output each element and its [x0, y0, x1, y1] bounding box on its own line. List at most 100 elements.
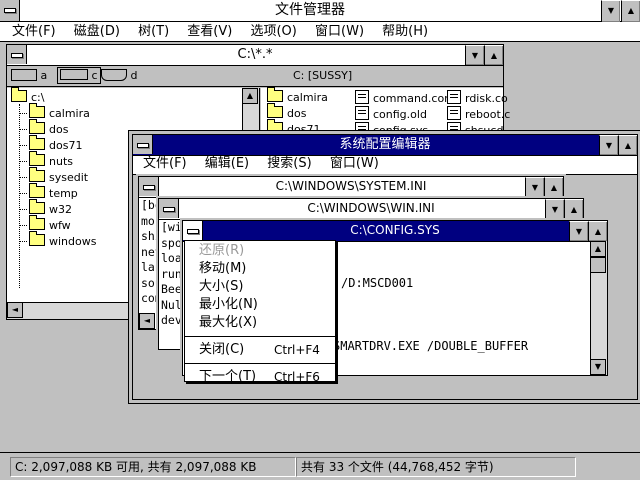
file-item[interactable]: calmira: [267, 87, 328, 106]
sysedit-menu-file[interactable]: 文件(F): [143, 156, 187, 171]
config-scroll-thumb[interactable]: [590, 257, 606, 273]
config-sys-maximize-icon[interactable]: ▲: [588, 221, 607, 241]
config-sys-scrollbar[interactable]: ▲ ▼: [590, 241, 607, 375]
folder-icon: [29, 183, 45, 198]
win-ini-system-menu-icon[interactable]: [159, 199, 179, 218]
file-item-label: config.old: [373, 108, 427, 121]
sysedit-minimize-icon[interactable]: ▼: [599, 135, 618, 155]
status-free-space: C: 2,097,088 KB 可用, 共有 2,097,088 KB: [10, 457, 296, 477]
directory-window-title: C:\*.*: [237, 47, 273, 62]
file-item[interactable]: rdisk.co: [447, 90, 510, 106]
sysedit-menu-window[interactable]: 窗口(W): [330, 156, 379, 171]
tree-branch: [19, 161, 27, 162]
win-ini-text[interactable]: [wi spo loa run Bee Nul dev: [161, 220, 182, 329]
win-ini-maximize-icon[interactable]: ▲: [564, 199, 583, 219]
config-scroll-up-icon[interactable]: ▲: [590, 241, 606, 257]
file-item[interactable]: dos: [267, 103, 328, 122]
text-line: Nul: [161, 297, 182, 312]
hard-drive-icon: [60, 69, 88, 80]
menu-close[interactable]: 关闭(C) Ctrl+F4: [185, 341, 335, 359]
menu-minimize[interactable]: 最小化(N): [185, 296, 335, 314]
tree-item-label: dos71: [49, 139, 83, 152]
file-item[interactable]: reboot.c: [447, 106, 510, 122]
file-item[interactable]: config.old: [355, 106, 455, 122]
sysedit-titlebar[interactable]: 系统配置编辑器 ▼ ▲: [133, 135, 637, 156]
text-line: [wi: [161, 220, 182, 234]
menu-file[interactable]: 文件(F): [12, 24, 56, 39]
menu-disk[interactable]: 磁盘(D): [74, 24, 120, 39]
file-icon: [447, 90, 461, 104]
dir-maximize-icon[interactable]: ▲: [484, 45, 503, 65]
system-ini-maximize-icon[interactable]: ▲: [544, 177, 563, 197]
tree-root[interactable]: c:\: [11, 87, 45, 104]
text-line: dev: [161, 313, 182, 327]
dir-system-menu-icon[interactable]: [7, 45, 27, 64]
text-line: Bee: [161, 282, 182, 296]
sysedit-menu-edit[interactable]: 编辑(E): [205, 156, 249, 171]
config-sys-system-menu-icon[interactable]: [183, 221, 203, 240]
system-ini-scroll-left-icon[interactable]: ◄: [139, 313, 155, 329]
drive-d[interactable]: d: [101, 69, 137, 82]
minimize-icon[interactable]: ▼: [601, 0, 620, 22]
win-ini-titlebar[interactable]: C:\WINDOWS\WIN.INI ▼ ▲: [159, 199, 583, 220]
tree-branch: [19, 177, 27, 178]
menu-help[interactable]: 帮助(H): [382, 24, 428, 39]
tree-item-label: sysedit: [49, 171, 89, 184]
tree-branch: [19, 225, 27, 226]
config-sys-line-1[interactable]: /D:MSCD001: [341, 276, 413, 290]
sysedit-menubar: 文件(F) 编辑(E) 搜索(S) 窗口(W): [133, 155, 637, 175]
tree-branch: [19, 241, 27, 242]
config-scroll-down-icon[interactable]: ▼: [590, 359, 606, 375]
folder-icon: [29, 151, 45, 166]
config-sys-line-2[interactable]: SMARTDRV.EXE /DOUBLE_BUFFER: [333, 339, 528, 353]
tree-branch: [19, 129, 27, 130]
tree-item-label: nuts: [49, 155, 73, 168]
sysedit-menu-search[interactable]: 搜索(S): [267, 156, 311, 171]
sysedit-maximize-icon[interactable]: ▲: [618, 135, 637, 155]
tree-item[interactable]: sysedit: [19, 167, 96, 186]
tree-item[interactable]: nuts: [19, 151, 96, 170]
directory-window-titlebar[interactable]: C:\*.* ▼ ▲: [7, 45, 503, 66]
menu-maximize[interactable]: 最大化(X): [185, 314, 335, 332]
menu-view[interactable]: 查看(V): [187, 24, 232, 39]
scroll-left-icon[interactable]: ◄: [7, 302, 23, 318]
config-sys-titlebar[interactable]: C:\CONFIG.SYS ▼ ▲: [183, 221, 607, 242]
tree-item-label: w32: [49, 203, 72, 216]
menu-move[interactable]: 移动(M): [185, 260, 335, 278]
tree-branch: [19, 113, 27, 114]
system-ini-minimize-icon[interactable]: ▼: [525, 177, 544, 197]
dir-minimize-icon[interactable]: ▼: [465, 45, 484, 65]
scroll-up-icon[interactable]: ▲: [242, 88, 258, 104]
app-system-menu-icon[interactable]: [0, 0, 20, 21]
tree-item[interactable]: dos: [19, 119, 96, 138]
sysedit-system-menu-icon[interactable]: [133, 135, 153, 154]
maximize-icon[interactable]: ▲: [621, 0, 640, 22]
sysedit-title: 系统配置编辑器: [339, 137, 431, 152]
system-ini-system-menu-icon[interactable]: [139, 177, 159, 196]
win-ini-minimize-icon[interactable]: ▼: [545, 199, 564, 219]
tree-item[interactable]: windows: [19, 231, 96, 250]
menu-next[interactable]: 下一个(T) Ctrl+F6: [185, 368, 335, 386]
file-item[interactable]: command.com: [355, 90, 455, 106]
drive-a[interactable]: a: [11, 69, 47, 82]
config-sys-minimize-icon[interactable]: ▼: [569, 221, 588, 241]
menu-tree[interactable]: 树(T): [138, 24, 169, 39]
menu-options[interactable]: 选项(O): [250, 24, 296, 39]
tree-item[interactable]: w32: [19, 199, 96, 218]
text-line: run: [161, 266, 182, 281]
folder-icon: [29, 119, 45, 134]
menu-restore[interactable]: 还原(R): [185, 242, 335, 260]
app-menubar: 文件(F) 磁盘(D) 树(T) 查看(V) 选项(O) 窗口(W) 帮助(H): [0, 22, 640, 42]
menu-size[interactable]: 大小(S): [185, 278, 335, 296]
app-titlebar[interactable]: 文件管理器 ▼ ▲: [0, 0, 640, 22]
file-item-label: dos: [287, 107, 307, 120]
tree-item[interactable]: calmira: [19, 103, 96, 122]
drive-c[interactable]: c: [57, 67, 101, 84]
system-ini-titlebar[interactable]: C:\WINDOWS\SYSTEM.INI ▼ ▲: [139, 177, 563, 198]
menu-window[interactable]: 窗口(W): [315, 24, 364, 39]
text-line: spo: [161, 235, 182, 250]
tree-item[interactable]: dos71: [19, 135, 96, 154]
tree-item[interactable]: temp: [19, 183, 96, 202]
tree-item[interactable]: wfw: [19, 215, 96, 234]
status-file-count: 共有 33 个文件 (44,768,452 字节): [296, 457, 576, 477]
